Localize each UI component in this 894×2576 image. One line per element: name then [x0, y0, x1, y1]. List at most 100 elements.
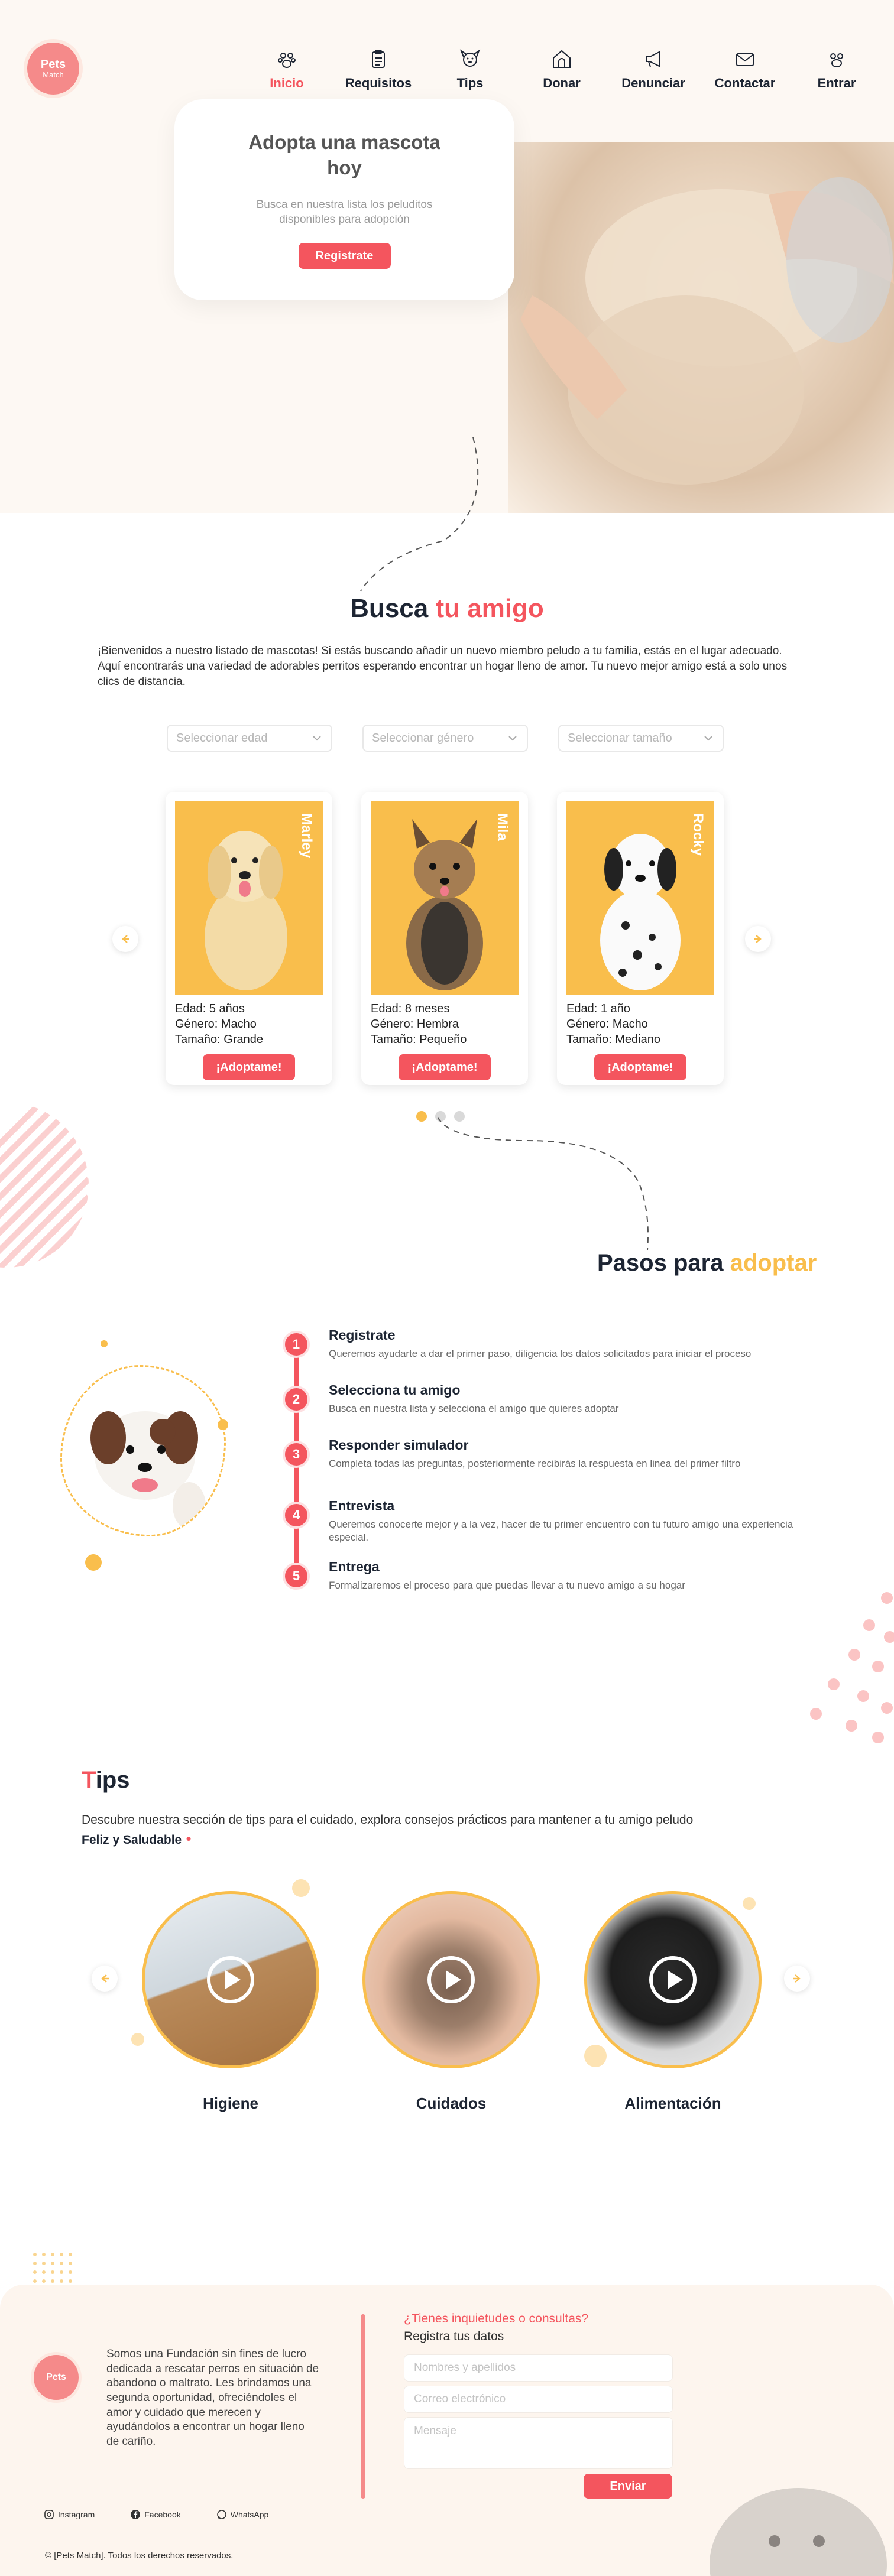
adopt-button[interactable]: ¡Adoptame!: [203, 1054, 295, 1080]
age-select[interactable]: Seleccionar edad: [167, 725, 332, 752]
step-title: Responder simulador: [329, 1437, 469, 1453]
yellow-dot-decoration: [292, 1879, 310, 1897]
social-label: Facebook: [144, 2510, 181, 2519]
play-icon[interactable]: [427, 1956, 475, 2003]
instagram-icon: [44, 2510, 54, 2519]
message-field[interactable]: [404, 2417, 673, 2469]
pet-info: Edad: 8 meses Género: Hembra Tamaño: Peq…: [371, 1001, 519, 1047]
whatsapp-icon: [216, 2510, 226, 2519]
tips-prev-button[interactable]: [92, 1966, 118, 1992]
tip-label: Cuidados: [416, 2094, 487, 2112]
pet-name: Rocky: [690, 813, 706, 856]
social-instagram[interactable]: Instagram: [44, 2509, 95, 2520]
arrow-left-icon: [122, 935, 129, 943]
footer-logo[interactable]: Pets: [31, 2352, 82, 2403]
chevron-down-icon: [313, 736, 321, 741]
size-select-label: Seleccionar tamaño: [568, 731, 672, 745]
pet-gender: Género: Hembra: [371, 1018, 459, 1031]
footer-about: Somos una Fundación sin fines de lucro d…: [106, 2348, 319, 2448]
tips-title: Tips: [82, 1767, 130, 1794]
pasos-title: Pasos para adoptar: [597, 1250, 817, 1276]
age-select-label: Seleccionar edad: [176, 731, 268, 745]
facebook-icon: [131, 2510, 141, 2519]
name-field[interactable]: [404, 2354, 673, 2382]
nav-label: Donar: [543, 76, 581, 90]
yellow-dot-decoration: [85, 1554, 102, 1571]
pet-card: Mila Edad: 8 meses Género: Hembra Tamaño…: [361, 792, 528, 1085]
tips-intro-text: Descubre nuestra sección de tips para el…: [82, 1813, 694, 1827]
send-button[interactable]: Enviar: [584, 2474, 672, 2499]
play-icon[interactable]: [649, 1956, 697, 2003]
nav-item-entrar[interactable]: Entrar: [795, 47, 878, 95]
step: 3 Responder simulador Completa todas las p…: [283, 1437, 815, 1488]
tip-video-higiene[interactable]: [142, 1891, 319, 2068]
nav-label: Tips: [456, 76, 484, 90]
nav-item-donar[interactable]: Donar: [520, 47, 603, 95]
tip-label: Alimentación: [624, 2094, 721, 2112]
arrow-left-icon: [101, 1974, 109, 1983]
tips-title-rest: ips: [95, 1767, 130, 1793]
pets-prev-button[interactable]: [112, 926, 138, 952]
pink-dots-decoration: [810, 1592, 894, 1743]
tip-video-cuidados[interactable]: [362, 1891, 540, 2068]
tips-intro-bold: Feliz y Saludable: [82, 1833, 182, 1847]
dog-house-icon: [553, 50, 571, 68]
tip-label: Higiene: [203, 2094, 258, 2112]
pet-info: Edad: 1 año Género: Macho Tamaño: Median…: [566, 1001, 714, 1047]
step-title: Entrega: [329, 1559, 380, 1574]
step-number: 1: [283, 1331, 310, 1358]
busca-title-plain: Busca: [350, 594, 429, 623]
nav-item-denunciar[interactable]: Denunciar: [612, 47, 695, 95]
gender-select[interactable]: Seleccionar género: [362, 725, 528, 752]
nav-item-inicio[interactable]: Inicio: [245, 47, 328, 95]
nav-label: Inicio: [270, 76, 304, 90]
pet-gender: Género: Macho: [566, 1018, 648, 1031]
carousel-dot[interactable]: [416, 1111, 427, 1122]
yellow-dot-decoration: [101, 1340, 108, 1347]
hero-dog-photo: [508, 142, 894, 513]
step: 4 Entrevista Queremos conocerte mejor y a …: [283, 1498, 815, 1549]
step: 5 Entrega Formalizaremos el proceso para q…: [283, 1559, 815, 1610]
logo-subtext: Match: [43, 70, 64, 79]
step-text: Queremos ayudarte a dar el primer paso, …: [329, 1348, 752, 1359]
pet-info: Edad: 5 años Género: Macho Tamaño: Grand…: [175, 1001, 323, 1047]
email-field[interactable]: [404, 2386, 673, 2413]
pet-name: Marley: [299, 813, 315, 859]
size-select[interactable]: Seleccionar tamaño: [558, 725, 724, 752]
logo[interactable]: Pets Match: [24, 39, 83, 98]
busca-title: Busca tu amigo: [0, 594, 894, 623]
nav-label: Contactar: [714, 76, 776, 90]
nav-item-requisitos[interactable]: Requisitos: [337, 47, 420, 95]
yellow-dot-decoration: [218, 1419, 228, 1430]
tips-title-first: T: [82, 1767, 96, 1793]
step-number: 4: [283, 1502, 310, 1529]
dog-face-icon: [459, 49, 481, 67]
chevron-down-icon: [704, 736, 712, 741]
adopt-button[interactable]: ¡Adoptame!: [399, 1054, 491, 1080]
social-facebook[interactable]: Facebook: [130, 2509, 181, 2520]
login-icon: [830, 53, 843, 67]
yellow-dot-decoration: [743, 1897, 756, 1910]
step-number: 5: [283, 1563, 310, 1590]
nav-item-tips[interactable]: Tips: [429, 47, 511, 95]
tip-video-alimentacion[interactable]: [584, 1891, 762, 2068]
logo-text: Pets: [40, 57, 66, 71]
play-icon[interactable]: [207, 1956, 254, 2003]
filters: Seleccionar edad Seleccionar género Sele…: [167, 725, 724, 752]
adopt-button[interactable]: ¡Adoptame!: [594, 1054, 686, 1080]
footer-dog-photo: [698, 2476, 894, 2576]
puppy-image: [60, 1365, 226, 1536]
social-whatsapp[interactable]: WhatsApp: [216, 2509, 268, 2520]
pets-next-button[interactable]: [745, 926, 771, 952]
register-button[interactable]: Registrate: [298, 243, 391, 269]
nav-item-contactar[interactable]: Contactar: [704, 47, 786, 95]
busca-title-accent: tu amigo: [435, 594, 544, 623]
pet-photo-mila: Mila: [371, 801, 519, 995]
tips-next-button[interactable]: [784, 1966, 810, 1992]
pet-age: Edad: 1 año: [566, 1002, 630, 1015]
pet-name: Mila: [494, 813, 510, 841]
busca-intro: ¡Bienvenidos a nuestro listado de mascot…: [98, 645, 788, 688]
step: 1 Registrate Queremos ayudarte a dar el pr…: [283, 1327, 815, 1378]
megaphone-icon: [646, 51, 660, 67]
tips-intro: Descubre nuestra sección de tips para el…: [82, 1813, 694, 1848]
